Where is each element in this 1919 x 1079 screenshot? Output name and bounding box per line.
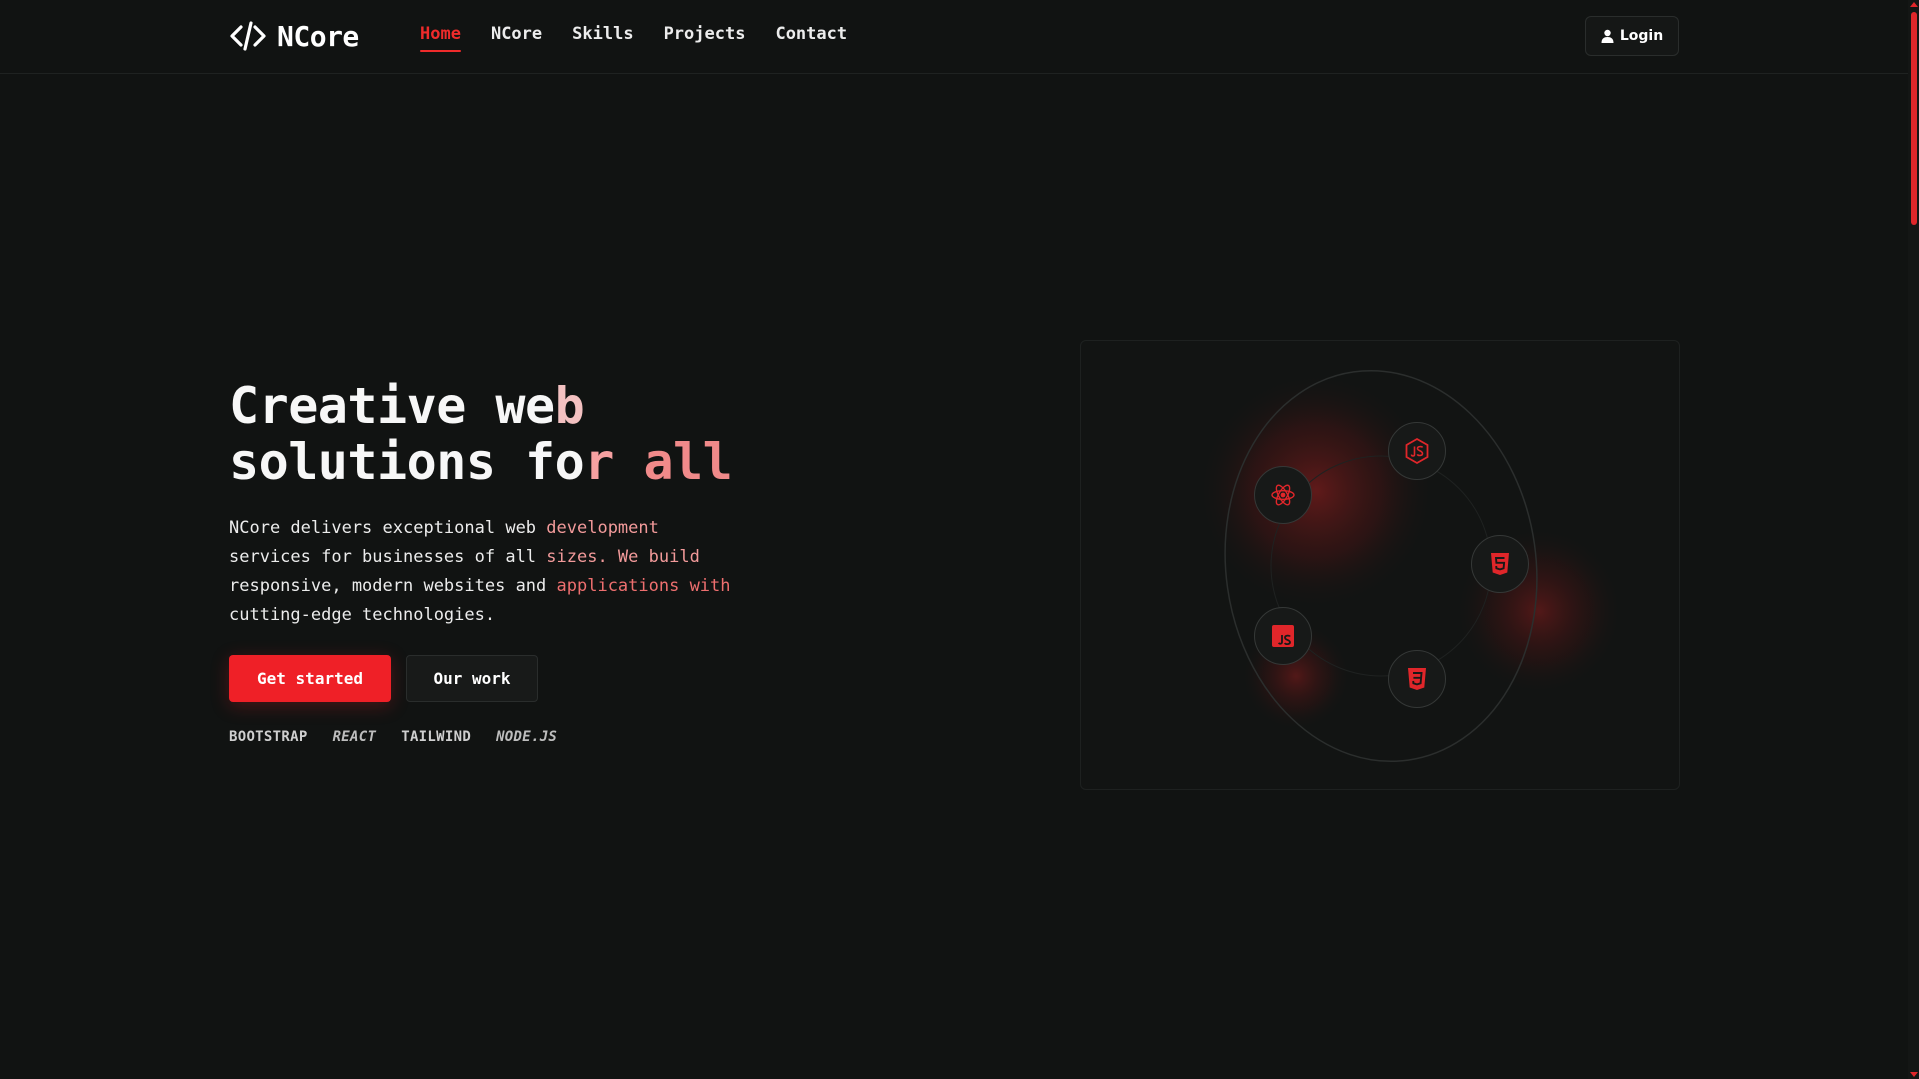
hero-title-line2-a: solutions fo [229,433,585,491]
hero-desc-part: cutting-edge technologies. [229,605,496,625]
nav-item-contact[interactable]: Contact [775,24,847,52]
hero-desc-part: NCore delivers exceptional web [229,518,547,538]
get-started-button[interactable]: Get started [229,655,391,702]
orbit-background [1196,369,1624,763]
login-button[interactable]: Login [1585,16,1679,56]
nodejs-icon[interactable] [1388,422,1446,480]
code-brackets-icon [230,21,266,51]
tech-tag-bootstrap: BOOTSTRAP [229,729,308,745]
hero-title: Creative web solutions for all [229,377,733,491]
user-icon [1601,29,1614,43]
css3-icon[interactable] [1388,650,1446,708]
nav-item-skills[interactable]: Skills [572,24,633,52]
hero-desc-highlight: sizes. We build [546,547,700,567]
scroll-down-arrow[interactable] [1910,1072,1918,1077]
scroll-thumb[interactable] [1911,12,1917,225]
hero-desc-part: responsive, modern websites and [229,576,557,596]
nav-item-projects[interactable]: Projects [664,24,746,52]
top-navbar: NCore Home NCore Skills Projects Contact… [0,0,1908,74]
hero-title-line2-b: r [584,433,644,491]
tech-tag-tailwind: TAILWIND [401,729,472,745]
html5-icon[interactable] [1471,535,1529,593]
hero-title-line2-c: all [643,433,733,491]
main-nav: Home NCore Skills Projects Contact [420,24,847,52]
hero-desc-highlight: applications with [556,576,731,596]
nav-item-home[interactable]: Home [420,24,461,52]
hero-title-line1-a: Creative we [229,377,555,435]
page-scrollbar[interactable] [1908,0,1919,1079]
scroll-up-arrow[interactable] [1910,2,1918,7]
hero-title-line1-b: b [554,377,585,435]
hero-desc-part: services for businesses of all [229,547,547,567]
tech-orbit-card [1080,340,1680,790]
brand-name: NCore [277,19,359,53]
react-icon[interactable] [1254,466,1312,524]
tech-tag-list: BOOTSTRAP REACT TAILWIND NODE.JS [229,729,557,745]
nav-item-ncore[interactable]: NCore [491,24,542,52]
tech-tag-react: REACT [332,729,377,745]
hero-desc-highlight: development [546,518,659,538]
javascript-icon[interactable] [1254,607,1312,665]
tech-tag-nodejs: NODE.JS [496,729,558,745]
our-work-button[interactable]: Our work [406,655,538,702]
hero-description: NCore delivers exceptional web developme… [229,514,789,630]
login-label: Login [1619,28,1664,44]
brand-logo-link[interactable]: NCore [229,17,359,55]
